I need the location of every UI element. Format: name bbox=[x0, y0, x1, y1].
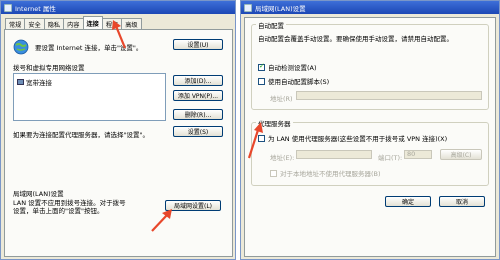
auto-detect-row: 自动检测设置(A) bbox=[258, 62, 317, 72]
cancel-button[interactable]: 取消 bbox=[439, 196, 485, 207]
tab-privacy[interactable]: 隐私 bbox=[43, 18, 65, 29]
tab-general[interactable]: 常规 bbox=[5, 18, 26, 29]
setup-text: 要设置 Internet 连接，单击"设置"。 bbox=[35, 44, 143, 52]
window-title: Internet 属性 bbox=[15, 4, 56, 13]
auto-config-description: 自动配置会覆盖手动设置。要确保使用手动设置，请禁用自动配置。 bbox=[258, 35, 453, 43]
advanced-button[interactable]: 高级(C) bbox=[440, 149, 482, 160]
proxy-address-field[interactable] bbox=[296, 150, 372, 159]
connection-name: 宽带连接 bbox=[26, 79, 52, 87]
internet-properties-icon bbox=[4, 3, 12, 12]
proxy-port-label: 端口(T): bbox=[378, 154, 403, 162]
arrow-to-lan-settings-button bbox=[151, 209, 172, 232]
setup-button[interactable]: 设置(U) bbox=[173, 39, 223, 50]
bypass-row: 对于本地地址不使用代理服务器(B) bbox=[270, 168, 381, 178]
tab-security[interactable]: 安全 bbox=[24, 18, 45, 29]
script-address-field[interactable] bbox=[296, 91, 482, 100]
auto-detect-label: 自动检测设置(A) bbox=[268, 64, 317, 72]
add-vpn-button[interactable]: 添加 VPN(P)... bbox=[173, 90, 223, 101]
lan-section-title: 局域网(LAN)设置 bbox=[13, 190, 64, 198]
internet-globe-icon bbox=[13, 39, 29, 55]
remove-button[interactable]: 删除(R)... bbox=[173, 109, 223, 120]
add-button[interactable]: 添加(D)... bbox=[173, 75, 223, 86]
connections-panel: 要设置 Internet 连接，单击"设置"。 设置(U) 拨号和虚拟专用网络设… bbox=[4, 29, 233, 257]
use-proxy-row: 为 LAN 使用代理服务器(这些设置不用于拨号或 VPN 连接)(X) bbox=[258, 133, 447, 143]
lan-settings-window: 局域网(LAN)设置 自动配置 自动配置会覆盖手动设置。要确保使用手动设置，请禁… bbox=[240, 0, 500, 260]
auto-config-group: 自动配置 自动配置会覆盖手动设置。要确保使用手动设置，请禁用自动配置。 自动检测… bbox=[251, 20, 489, 110]
lan-description: LAN 设置不应用到拨号连接。对于拨号设置，单击上面的"设置"按钮。 bbox=[13, 199, 126, 215]
proxy-config-text: 如果要为连接配置代理服务器，请选择"设置"。 bbox=[13, 131, 149, 139]
tab-connections[interactable]: 连接 bbox=[82, 16, 103, 29]
lan-settings-icon bbox=[244, 3, 252, 12]
settings-button[interactable]: 设置(S) bbox=[173, 126, 223, 137]
proxy-port-value: 80 bbox=[407, 150, 416, 158]
use-script-checkbox[interactable] bbox=[258, 77, 265, 85]
proxy-address-label: 地址(E): bbox=[270, 154, 295, 162]
tab-content[interactable]: 内容 bbox=[63, 18, 84, 29]
use-script-row: 使用自动配置脚本(S) bbox=[258, 76, 329, 86]
list-item[interactable]: 宽带连接 bbox=[17, 77, 52, 87]
arrow-to-use-proxy-checkbox bbox=[247, 122, 263, 159]
lan-settings-panel: 自动配置 自动配置会覆盖手动设置。要确保使用手动设置，请禁用自动配置。 自动检测… bbox=[244, 17, 496, 257]
script-address-label: 地址(R) bbox=[270, 95, 293, 103]
proxy-server-group: 代理服务器 为 LAN 使用代理服务器(这些设置不用于拨号或 VPN 连接)(X… bbox=[251, 118, 489, 186]
auto-config-title: 自动配置 bbox=[256, 20, 286, 30]
bypass-checkbox[interactable] bbox=[270, 169, 277, 177]
title-bar[interactable]: 局域网(LAN)设置 bbox=[241, 1, 499, 14]
arrow-to-connections-tab bbox=[112, 20, 127, 49]
auto-detect-checkbox[interactable] bbox=[258, 62, 265, 71]
use-script-label: 使用自动配置脚本(S) bbox=[268, 78, 330, 86]
ok-button[interactable]: 确定 bbox=[385, 196, 431, 207]
dialup-section-title: 拨号和虚拟专用网络设置 bbox=[13, 64, 85, 72]
connections-list[interactable]: 宽带连接 bbox=[13, 73, 166, 121]
bypass-label: 对于本地地址不使用代理服务器(B) bbox=[280, 170, 381, 178]
proxy-port-field[interactable]: 80 bbox=[404, 150, 432, 159]
window-title: 局域网(LAN)设置 bbox=[255, 4, 306, 13]
title-bar[interactable]: Internet 属性 bbox=[1, 1, 235, 14]
broadband-connection-icon bbox=[17, 79, 24, 85]
use-proxy-label: 为 LAN 使用代理服务器(这些设置不用于拨号或 VPN 连接)(X) bbox=[268, 135, 448, 143]
